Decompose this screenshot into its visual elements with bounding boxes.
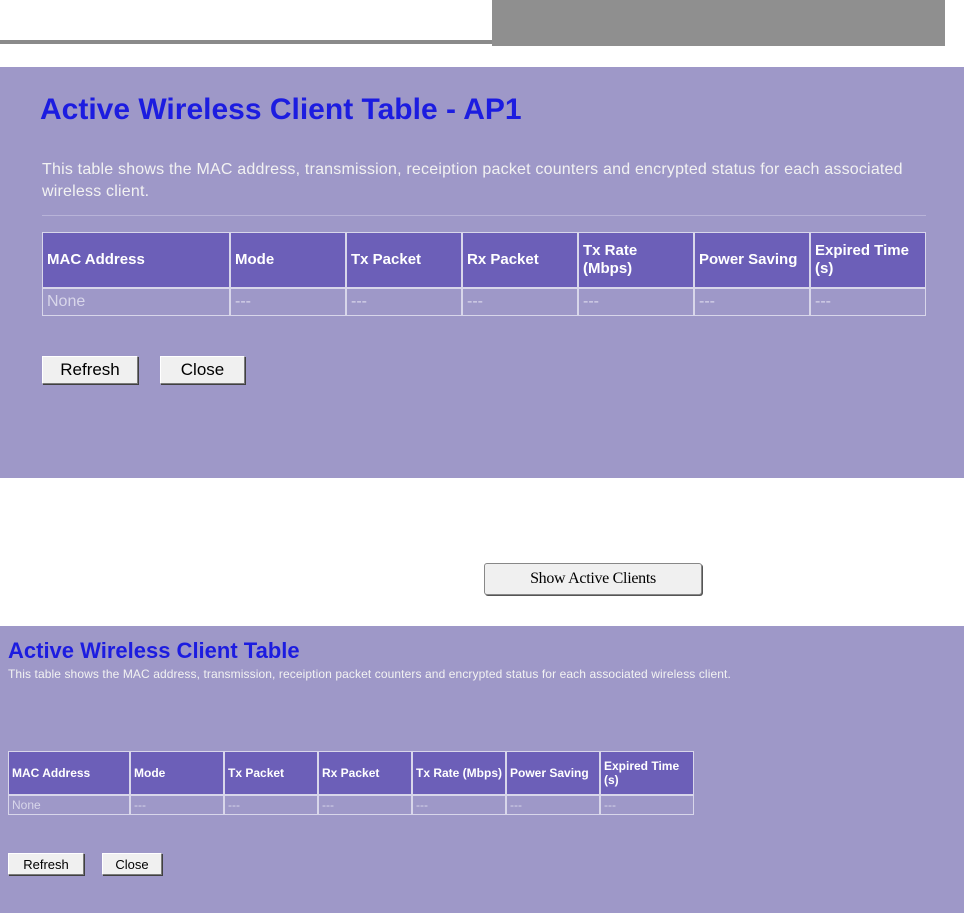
top-left-bar bbox=[0, 0, 492, 44]
divider bbox=[42, 215, 926, 216]
table-description: This table shows the MAC address, transm… bbox=[42, 161, 903, 200]
table-header-row: MAC Address Mode Tx Packet Rx Packet Tx … bbox=[8, 751, 694, 795]
client-table-panel-ap1: Active Wireless Client Table - AP1 This … bbox=[0, 67, 964, 478]
cell-mode: --- bbox=[230, 288, 346, 316]
cell-tx-rate: --- bbox=[578, 288, 694, 316]
show-active-clients-button[interactable]: Show Active Clients bbox=[484, 563, 702, 595]
refresh-button[interactable]: Refresh bbox=[42, 356, 138, 384]
close-button[interactable]: Close bbox=[160, 356, 245, 384]
col-power-saving: Power Saving bbox=[506, 751, 600, 795]
col-tx-rate: Tx Rate (Mbps) bbox=[412, 751, 506, 795]
col-tx-packet: Tx Packet bbox=[346, 232, 462, 288]
cell-mac-address: None bbox=[42, 288, 230, 316]
refresh-button[interactable]: Refresh bbox=[8, 853, 84, 875]
cell-power-saving: --- bbox=[506, 795, 600, 815]
col-power-saving: Power Saving bbox=[694, 232, 810, 288]
client-table: MAC Address Mode Tx Packet Rx Packet Tx … bbox=[8, 751, 694, 815]
client-table: MAC Address Mode Tx Packet Rx Packet Tx … bbox=[42, 232, 926, 316]
col-mode: Mode bbox=[130, 751, 224, 795]
cell-rx-packet: --- bbox=[462, 288, 578, 316]
cell-tx-packet: --- bbox=[346, 288, 462, 316]
col-rx-packet: Rx Packet bbox=[462, 232, 578, 288]
col-expired-time: Expired Time (s) bbox=[600, 751, 694, 795]
col-mode: Mode bbox=[230, 232, 346, 288]
cell-tx-rate: --- bbox=[412, 795, 506, 815]
top-right-bar bbox=[492, 0, 945, 46]
col-mac-address: MAC Address bbox=[8, 751, 130, 795]
cell-expired-time: --- bbox=[810, 288, 926, 316]
close-button[interactable]: Close bbox=[102, 853, 162, 875]
client-table-panel: Active Wireless Client Table This table … bbox=[0, 626, 964, 913]
page-title: Active Wireless Client Table bbox=[8, 638, 300, 663]
col-mac-address: MAC Address bbox=[42, 232, 230, 288]
table-row: None --- --- --- --- --- --- bbox=[8, 795, 694, 815]
table-description: This table shows the MAC address, transm… bbox=[8, 667, 731, 681]
cell-mode: --- bbox=[130, 795, 224, 815]
cell-mac-address: None bbox=[8, 795, 130, 815]
col-tx-packet: Tx Packet bbox=[224, 751, 318, 795]
table-row: None --- --- --- --- --- --- bbox=[42, 288, 926, 316]
col-rx-packet: Rx Packet bbox=[318, 751, 412, 795]
page-title: Active Wireless Client Table - AP1 bbox=[40, 93, 522, 126]
col-expired-time: Expired Time (s) bbox=[810, 232, 926, 288]
cell-rx-packet: --- bbox=[318, 795, 412, 815]
col-tx-rate: Tx Rate (Mbps) bbox=[578, 232, 694, 288]
cell-power-saving: --- bbox=[694, 288, 810, 316]
cell-tx-packet: --- bbox=[224, 795, 318, 815]
table-header-row: MAC Address Mode Tx Packet Rx Packet Tx … bbox=[42, 232, 926, 288]
cell-expired-time: --- bbox=[600, 795, 694, 815]
